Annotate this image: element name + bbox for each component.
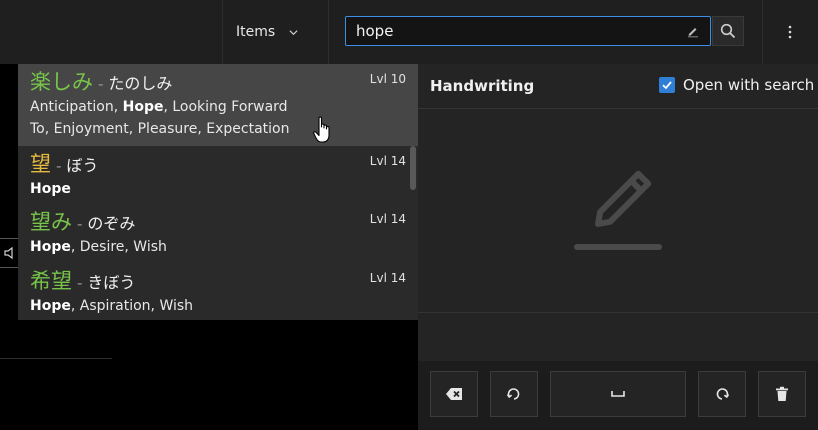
search-input[interactable] [346,22,686,40]
clear-button[interactable] [758,371,806,417]
checkbox-box[interactable] [659,77,675,93]
more-menu-button[interactable] [780,20,800,44]
result-level: Lvl 14 [369,271,406,285]
more-vertical-icon [788,25,792,39]
backspace-button[interactable] [430,371,478,417]
space-button[interactable] [550,371,686,417]
speaker-icon [4,246,13,260]
top-bar: Items [0,0,818,64]
result-item[interactable]: 望 - ぼう Lvl 14 Hope [18,146,418,204]
search-button[interactable] [712,16,744,46]
items-dropdown-label: Items [236,24,276,40]
result-item[interactable]: 望み - のぞみ Lvl 14 Hope, Desire, Wish [18,204,418,263]
result-level: Lvl 10 [369,72,406,86]
trash-icon [776,386,788,401]
separator: - [77,274,83,292]
result-word: 望 [30,152,51,176]
search-results-dropdown: 楽しみ - たのしみ Lvl 10 Anticipation, Hope, Lo… [18,64,418,320]
search-field [345,16,711,46]
result-word: 希望 [30,269,72,293]
separator: - [77,215,83,233]
chevron-down-icon [289,29,298,35]
search-icon [720,23,736,39]
toolbar-divider [222,0,223,64]
redo-icon [716,388,730,400]
toolbar-divider [762,0,763,64]
panel-divider [418,312,818,313]
open-with-search-label: Open with search [683,76,815,94]
space-icon [611,391,625,397]
result-meanings-continued: To, Enjoyment, Pleasure, Expectation [30,121,290,137]
toolbar-divider [328,0,329,64]
open-with-search-checkbox[interactable]: Open with search [659,76,814,94]
undo-button[interactable] [490,371,538,417]
result-reading: たのしみ [108,74,173,93]
undo-icon [506,388,520,400]
result-level: Lvl 14 [369,212,406,226]
checkmark-icon [662,81,672,90]
results-scrollbar[interactable] [410,146,416,190]
result-level: Lvl 14 [369,154,406,168]
handwriting-panel: Handwriting Open with search [418,64,818,430]
separator: - [98,75,104,93]
result-reading: きぼう [87,273,136,292]
handwriting-title: Handwriting [430,77,535,95]
result-word: 楽しみ [30,70,93,94]
result-item[interactable]: 希望 - きぼう Lvl 14 Hope, Aspiration, Wish [18,263,418,320]
result-reading: のぞみ [87,214,136,233]
result-meanings: Hope, Desire, Wish [30,239,167,255]
pencil-icon[interactable] [686,24,700,38]
separator: - [56,157,62,175]
result-word: 望み [30,210,72,234]
result-meanings: Hope [30,181,71,197]
pencil-icon [574,170,662,250]
hand-cursor-icon [313,116,330,143]
items-dropdown[interactable]: Items [236,20,298,44]
redo-button[interactable] [698,371,746,417]
handwriting-canvas[interactable] [418,108,818,312]
sound-toggle[interactable] [0,238,19,268]
result-item[interactable]: 楽しみ - たのしみ Lvl 10 Anticipation, Hope, Lo… [18,64,418,146]
handwriting-toolbar [418,361,818,430]
result-meanings: Anticipation, Hope, Looking Forward [30,99,288,115]
result-meanings: Hope, Aspiration, Wish [30,298,194,314]
backspace-icon [446,388,462,400]
divider-line [0,358,112,359]
result-reading: ぼう [66,156,99,175]
